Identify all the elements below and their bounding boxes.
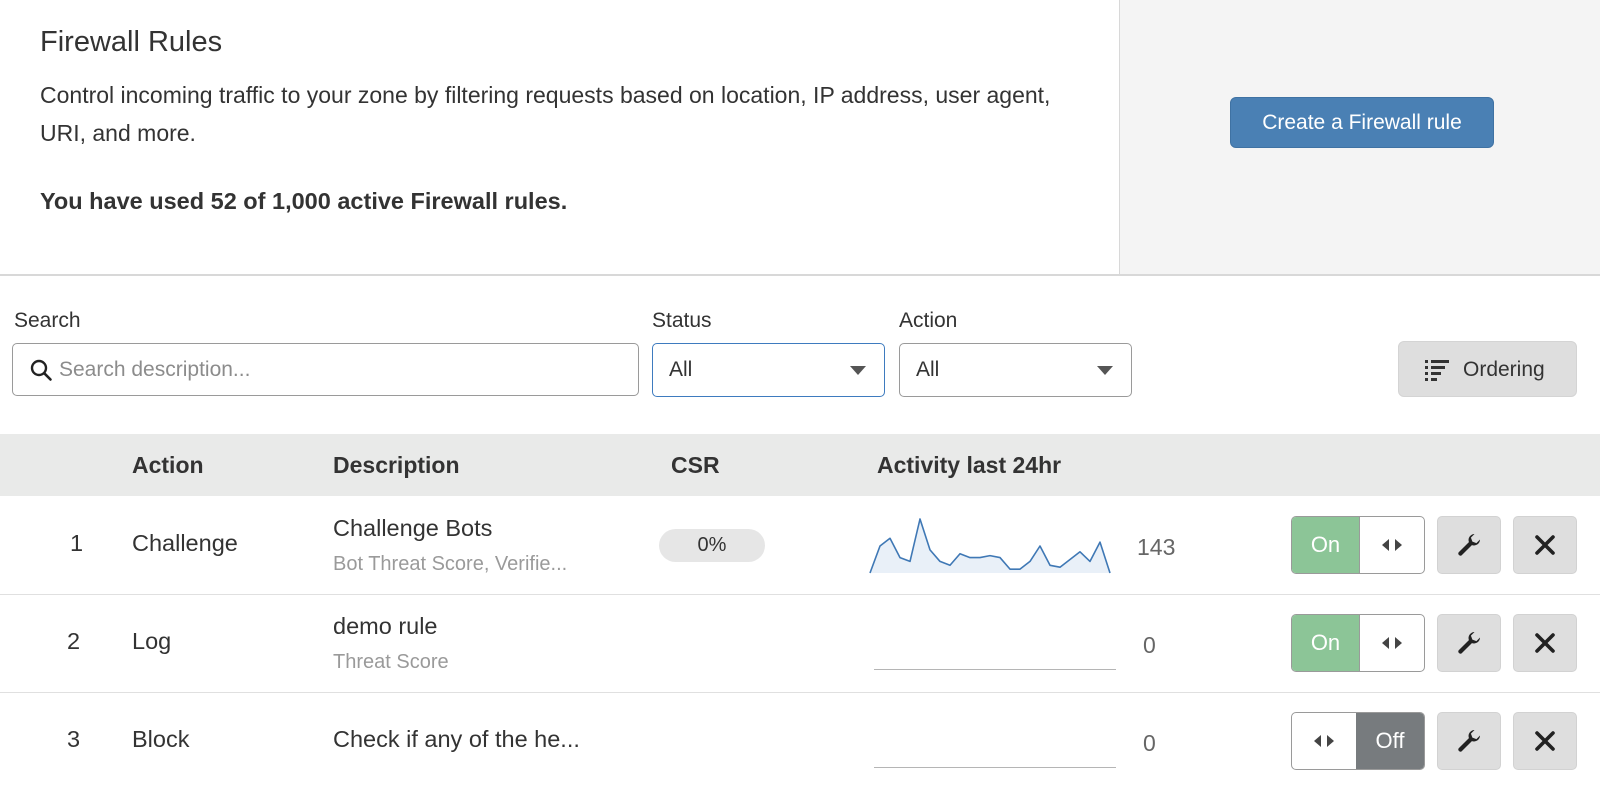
action-select-value: All xyxy=(916,358,940,381)
activity-count: 0 xyxy=(1143,632,1156,658)
arrows-horizontal-icon xyxy=(1314,735,1334,747)
search-input[interactable] xyxy=(59,352,629,388)
create-firewall-rule-button[interactable]: Create a Firewall rule xyxy=(1230,97,1494,148)
usage-summary: You have used 52 of 1,000 active Firewal… xyxy=(40,188,568,214)
activity-count: 143 xyxy=(1137,534,1176,560)
close-icon xyxy=(1535,633,1555,653)
wrench-icon xyxy=(1458,534,1480,556)
activity-sparkline-empty xyxy=(874,669,1116,670)
status-label: Status xyxy=(652,309,712,332)
rule-action: Challenge xyxy=(132,530,238,556)
status-select-value: All xyxy=(669,358,693,381)
activity-sparkline xyxy=(869,518,1111,574)
rule-index: 3 xyxy=(67,726,81,752)
ordering-button[interactable]: Ordering xyxy=(1398,341,1577,397)
table-row[interactable]: 1 Challenge Challenge Bots Bot Threat Sc… xyxy=(0,497,1600,595)
column-header-activity: Activity last 24hr xyxy=(877,452,1062,478)
table-header: Action Description CSR Activity last 24h… xyxy=(0,434,1600,496)
csr-badge: 0% xyxy=(659,529,765,562)
rule-index: 2 xyxy=(67,628,81,654)
ordering-button-label: Ordering xyxy=(1463,358,1545,381)
page-description: Control incoming traffic to your zone by… xyxy=(40,82,1051,146)
header-info: Firewall Rules Control incoming traffic … xyxy=(0,0,1119,274)
rule-expression-summary: Bot Threat Score, Verifie... xyxy=(333,553,568,575)
search-icon xyxy=(30,359,52,381)
toggle-handle xyxy=(1360,517,1424,573)
action-select[interactable]: All xyxy=(899,343,1132,397)
table-row[interactable]: 2 Log demo rule Threat Score 0 On xyxy=(0,595,1600,693)
delete-rule-button[interactable] xyxy=(1513,712,1577,770)
header-actions: Create a Firewall rule xyxy=(1119,0,1600,274)
delete-rule-button[interactable] xyxy=(1513,516,1577,574)
column-header-action: Action xyxy=(132,452,204,478)
table-row[interactable]: 3 Block Check if any of the he... 0 Off xyxy=(0,693,1600,786)
activity-count: 0 xyxy=(1143,730,1156,756)
toggle-on-label: On xyxy=(1292,615,1360,671)
list-icon xyxy=(1425,360,1449,381)
rule-description[interactable]: Challenge Bots xyxy=(333,515,492,542)
toggle-handle xyxy=(1292,713,1356,769)
sparkline-area xyxy=(870,519,1110,573)
rule-description[interactable]: Check if any of the he... xyxy=(333,726,580,753)
wrench-icon xyxy=(1458,632,1480,654)
rule-enabled-toggle[interactable]: On xyxy=(1291,516,1425,574)
status-select[interactable]: All xyxy=(652,343,885,397)
edit-rule-button[interactable] xyxy=(1437,516,1501,574)
delete-rule-button[interactable] xyxy=(1513,614,1577,672)
rule-enabled-toggle[interactable]: On xyxy=(1291,614,1425,672)
close-icon xyxy=(1535,731,1555,751)
activity-sparkline-empty xyxy=(874,767,1116,768)
edit-rule-button[interactable] xyxy=(1437,712,1501,770)
toggle-off-label: Off xyxy=(1356,713,1424,769)
action-label: Action xyxy=(899,309,958,332)
close-icon xyxy=(1535,535,1555,555)
toggle-on-label: On xyxy=(1292,517,1360,573)
header-card: Firewall Rules Control incoming traffic … xyxy=(0,0,1600,276)
rule-enabled-toggle[interactable]: Off xyxy=(1291,712,1425,770)
column-header-csr: CSR xyxy=(671,452,720,478)
chevron-down-icon xyxy=(850,366,866,375)
rule-action: Block xyxy=(132,726,190,752)
search-field[interactable] xyxy=(12,343,639,396)
chevron-down-icon xyxy=(1097,366,1113,375)
arrows-horizontal-icon xyxy=(1382,539,1402,551)
edit-rule-button[interactable] xyxy=(1437,614,1501,672)
column-header-description: Description xyxy=(333,452,460,478)
rule-description[interactable]: demo rule xyxy=(333,613,438,640)
rule-index: 1 xyxy=(70,530,84,556)
arrows-horizontal-icon xyxy=(1382,637,1402,649)
rule-expression-summary: Threat Score xyxy=(333,651,449,673)
toggle-handle xyxy=(1360,615,1424,671)
search-label: Search xyxy=(14,309,81,332)
wrench-icon xyxy=(1458,730,1480,752)
rule-action: Log xyxy=(132,628,172,654)
page-title: Firewall Rules xyxy=(40,26,223,58)
